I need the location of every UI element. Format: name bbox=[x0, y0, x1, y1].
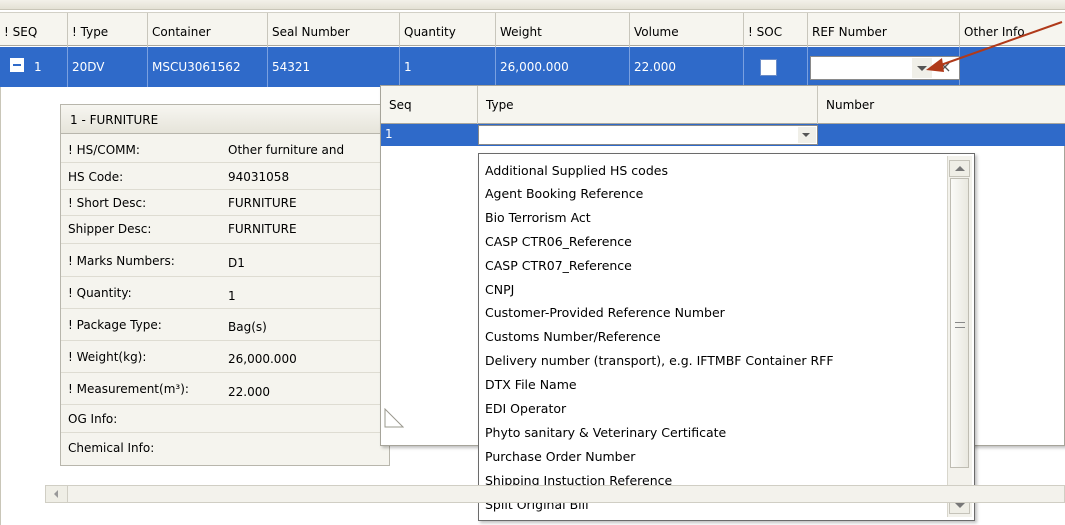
detail-value: 26,000.000 bbox=[228, 352, 297, 366]
detail-value: 94031058 bbox=[228, 170, 290, 184]
cell-seal-number[interactable]: 54321 bbox=[268, 47, 400, 87]
dropdown-option[interactable]: CASP CTR07_Reference bbox=[485, 258, 632, 273]
divider bbox=[61, 404, 386, 405]
detail-label: ! Marks Numbers: bbox=[68, 254, 175, 268]
dropdown-option[interactable]: Agent Booking Reference bbox=[485, 186, 643, 201]
dropdown-option[interactable]: Delivery number (transport), e.g. IFTMBF… bbox=[485, 353, 834, 368]
scroll-left-icon[interactable] bbox=[46, 486, 68, 502]
cell-volume[interactable]: 22.000 bbox=[630, 47, 744, 87]
dropdown-option[interactable]: Customer-Provided Reference Number bbox=[485, 305, 725, 320]
ref-col-header-number[interactable]: Number bbox=[818, 86, 1065, 124]
col-header-soc[interactable]: ! SOC bbox=[744, 13, 808, 47]
ref-number-dropdown-button[interactable] bbox=[912, 58, 932, 78]
col-header-ref-number[interactable]: REF Number bbox=[808, 13, 960, 47]
ref-cell-seq[interactable]: 1 bbox=[385, 127, 393, 141]
detail-value: 1 bbox=[228, 289, 236, 303]
collapse-icon[interactable] bbox=[10, 58, 24, 72]
divider bbox=[61, 162, 386, 163]
divider bbox=[61, 243, 386, 244]
dropdown-option[interactable]: Purchase Order Number bbox=[485, 449, 635, 464]
detail-value: Other furniture and bbox=[228, 143, 345, 157]
col-header-weight[interactable]: Weight bbox=[496, 13, 630, 47]
col-header-type[interactable]: ! Type bbox=[68, 13, 148, 47]
divider bbox=[61, 276, 386, 277]
detail-label: Chemical Info: bbox=[68, 441, 155, 455]
dropdown-option[interactable]: EDI Operator bbox=[485, 401, 566, 416]
divider bbox=[61, 189, 386, 190]
ref-col-header-seq[interactable]: Seq bbox=[381, 86, 478, 124]
reference-grid-header: Seq Type Number bbox=[381, 86, 1065, 124]
col-header-seal-number[interactable]: Seal Number bbox=[268, 13, 400, 47]
grip-icon bbox=[955, 322, 965, 328]
detail-label: ! Measurement(m³): bbox=[68, 382, 189, 396]
detail-label: ! Quantity: bbox=[68, 286, 132, 300]
clear-icon[interactable]: × bbox=[934, 56, 956, 78]
ref-type-combobox[interactable] bbox=[478, 125, 818, 145]
cell-type[interactable]: 20DV bbox=[68, 47, 148, 87]
col-header-other-info[interactable]: Other Info bbox=[960, 13, 1065, 47]
dropdown-option[interactable]: Bio Terrorism Act bbox=[485, 210, 591, 225]
divider bbox=[61, 372, 386, 373]
detail-title: 1 - FURNITURE bbox=[70, 113, 159, 127]
divider bbox=[61, 215, 386, 216]
soc-checkbox[interactable] bbox=[760, 59, 777, 76]
col-header-quantity[interactable]: Quantity bbox=[400, 13, 496, 47]
detail-value: Bag(s) bbox=[228, 320, 267, 334]
col-header-volume[interactable]: Volume bbox=[630, 13, 744, 47]
detail-label: ! Short Desc: bbox=[68, 196, 147, 210]
chevron-down-icon[interactable] bbox=[798, 127, 816, 143]
col-header-container[interactable]: Container bbox=[148, 13, 268, 47]
resize-grip-icon[interactable] bbox=[384, 407, 405, 428]
detail-label: Shipper Desc: bbox=[68, 222, 152, 236]
detail-label: ! HS/COMM: bbox=[68, 143, 140, 157]
cell-other-info[interactable] bbox=[960, 47, 1065, 87]
detail-value: 22.000 bbox=[228, 385, 270, 399]
detail-value: FURNITURE bbox=[228, 196, 297, 210]
dropdown-option[interactable]: DTX File Name bbox=[485, 377, 577, 392]
dropdown-option[interactable]: Phyto sanitary & Veterinary Certificate bbox=[485, 425, 726, 440]
detail-value: FURNITURE bbox=[228, 222, 297, 236]
detail-label: OG Info: bbox=[68, 412, 118, 426]
dropdown-option[interactable]: CNPJ bbox=[485, 282, 514, 297]
divider bbox=[61, 340, 386, 341]
divider bbox=[61, 308, 386, 309]
detail-value: D1 bbox=[228, 256, 245, 270]
horizontal-scrollbar[interactable] bbox=[45, 485, 1065, 503]
dropdown-option[interactable]: Customs Number/Reference bbox=[485, 329, 661, 344]
divider bbox=[61, 432, 386, 433]
scroll-up-icon[interactable] bbox=[949, 160, 970, 177]
ref-col-header-type[interactable]: Type bbox=[478, 86, 818, 124]
detail-label: ! Weight(kg): bbox=[68, 350, 147, 364]
cell-weight[interactable]: 26,000.000 bbox=[496, 47, 630, 87]
detail-label: HS Code: bbox=[68, 170, 124, 184]
grid-header: ! SEQ ! Type Container Seal Number Quant… bbox=[0, 12, 1065, 47]
top-strip bbox=[0, 0, 1065, 10]
dropdown-option[interactable]: CASP CTR06_Reference bbox=[485, 234, 632, 249]
detail-label: ! Package Type: bbox=[68, 318, 162, 332]
cell-container[interactable]: MSCU3061562 bbox=[148, 47, 268, 87]
col-header-seq[interactable]: ! SEQ bbox=[0, 13, 68, 47]
dropdown-option[interactable]: Additional Supplied HS codes bbox=[485, 163, 668, 178]
cell-quantity[interactable]: 1 bbox=[400, 47, 496, 87]
